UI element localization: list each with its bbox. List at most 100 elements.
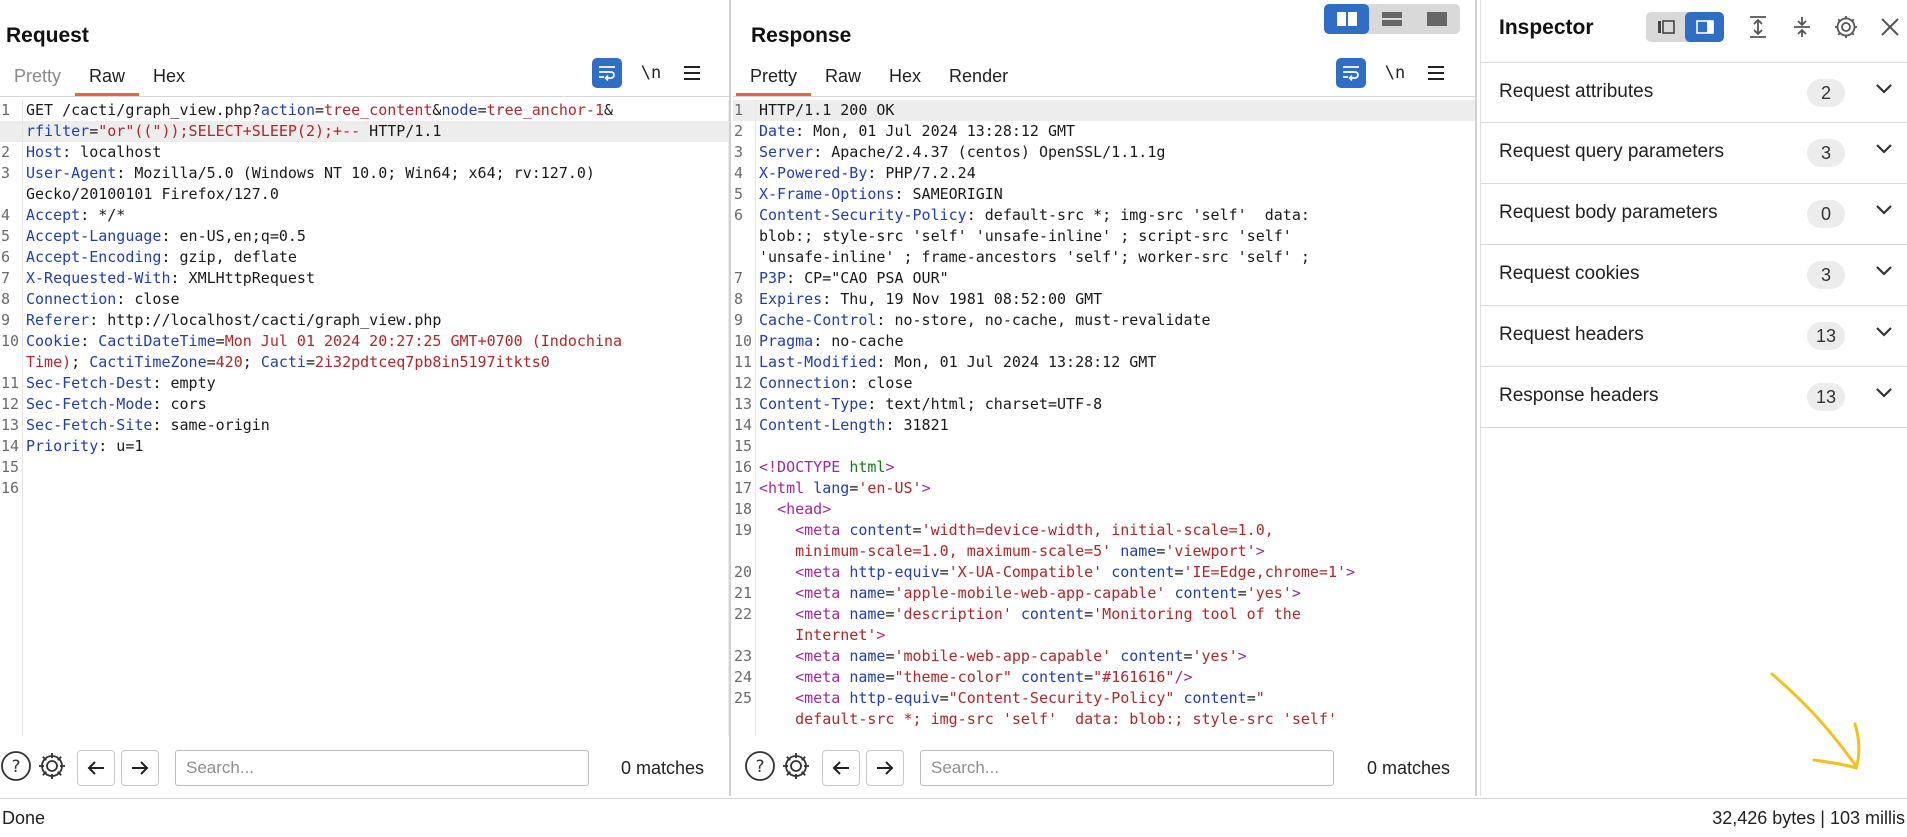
request-tab-raw[interactable]: Raw xyxy=(75,64,140,96)
request-tab-pretty[interactable]: Pretty xyxy=(0,64,75,96)
request-code-line: rfilter="or"(("));SELECT+SLEEP(2);+-- HT… xyxy=(0,121,728,142)
code-token: : Thu, 19 Nov 1981 08:52:00 GMT xyxy=(822,290,1103,308)
code-token: Priority xyxy=(26,437,99,455)
line-content: User-Agent: Mozilla/5.0 (Windows NT 10.0… xyxy=(26,163,728,184)
line-content: P3P: CP="CAO PSA OUR" xyxy=(759,268,1475,289)
chevron-down-icon[interactable] xyxy=(1875,326,1893,338)
response-code-line: 2 Date: Mon, 01 Jul 2024 13:28:12 GMT xyxy=(733,121,1475,142)
code-token: " xyxy=(1255,689,1265,707)
gear-icon[interactable] xyxy=(36,750,68,782)
response-code-line: 25 <meta http-equiv="Content-Security-Po… xyxy=(733,688,1475,709)
code-token: > xyxy=(1255,542,1265,560)
code-token: <meta xyxy=(795,584,841,602)
code-token: <!DOCTYPE xyxy=(759,458,841,476)
code-token: HTTP/1.1 200 OK xyxy=(759,101,895,119)
chevron-down-icon[interactable] xyxy=(1875,265,1893,277)
newline-toggle[interactable]: \n xyxy=(636,63,666,83)
code-token: : Mon, 01 Jul 2024 13:28:12 GMT xyxy=(795,122,1076,140)
request-tab-hex[interactable]: Hex xyxy=(139,64,199,96)
code-token: : CP="CAO PSA OUR" xyxy=(786,269,949,287)
line-content: X-Powered-By: PHP/7.2.24 xyxy=(759,163,1475,184)
gear-icon[interactable] xyxy=(780,750,812,782)
search-prev-button[interactable] xyxy=(822,750,860,786)
layout-tabs-button[interactable] xyxy=(1415,4,1460,34)
expand-all-icon[interactable] xyxy=(1743,12,1773,42)
request-code-line: 3 User-Agent: Mozilla/5.0 (Windows NT 10.… xyxy=(0,163,728,184)
line-content xyxy=(26,457,728,478)
response-code-line: 18 <head> xyxy=(733,499,1475,520)
response-code-line: 19 <meta content='width=device-width, in… xyxy=(733,520,1475,541)
code-token: rfilter xyxy=(26,122,90,140)
inspector-section[interactable]: Request attributes 2 xyxy=(1481,62,1907,123)
response-editor[interactable]: 1 HTTP/1.1 200 OK 2 Date: Mon, 01 Jul 2024 … xyxy=(733,100,1475,736)
search-next-button[interactable] xyxy=(121,750,159,786)
line-content: Cache-Control: no-store, no-cache, must-… xyxy=(759,310,1475,331)
close-icon[interactable] xyxy=(1875,12,1905,42)
code-token: GET /cacti/graph_view.php? xyxy=(26,101,261,119)
response-tab-hex[interactable]: Hex xyxy=(875,64,935,96)
code-token: = xyxy=(1237,584,1247,602)
code-token: : same-origin xyxy=(152,416,270,434)
search-prev-button[interactable] xyxy=(77,750,115,786)
response-code-line: Internet'> xyxy=(733,625,1475,646)
code-token: : no-cache xyxy=(813,332,904,350)
request-search-input[interactable] xyxy=(175,750,589,786)
search-next-button[interactable] xyxy=(866,750,904,786)
line-content: 'unsafe-inline' ; frame-ancestors 'self'… xyxy=(759,247,1475,268)
inspector-layout-panel-button[interactable] xyxy=(1685,12,1724,42)
inspector-section[interactable]: Request query parameters 3 xyxy=(1481,123,1907,184)
line-content: <meta http-equiv='X-UA-Compatible' conte… xyxy=(759,562,1475,583)
code-token: 'apple-mobile-web-app-capable' xyxy=(894,584,1166,602)
collapse-all-icon[interactable] xyxy=(1787,12,1817,42)
inspector-section[interactable]: Response headers 13 xyxy=(1481,367,1907,428)
layout-side-by-side-button[interactable] xyxy=(1324,4,1370,34)
response-tab-raw[interactable]: Raw xyxy=(811,64,875,96)
layout-stacked-button[interactable] xyxy=(1369,4,1414,34)
code-token: Content-Security-Policy xyxy=(759,206,967,224)
chevron-down-icon[interactable] xyxy=(1875,83,1893,95)
line-content: <meta content='width=device-width, initi… xyxy=(759,520,1475,541)
menu-icon[interactable] xyxy=(680,66,704,80)
inspector-section[interactable]: Request cookies 3 xyxy=(1481,245,1907,306)
inspector-section[interactable]: Request body parameters 0 xyxy=(1481,184,1907,245)
chevron-down-icon[interactable] xyxy=(1875,387,1893,399)
inspector-layout-list-button[interactable] xyxy=(1646,12,1685,42)
code-token: = xyxy=(912,521,922,539)
chevron-down-icon[interactable] xyxy=(1875,143,1893,155)
response-search-input[interactable] xyxy=(920,750,1334,786)
newline-toggle[interactable]: \n xyxy=(1380,63,1410,83)
code-token: name xyxy=(1120,542,1157,560)
code-token: : Mozilla/5.0 (Windows NT 10.0; Win64; x… xyxy=(116,164,595,182)
response-code-line: 24 <meta name="theme-color" content="#16… xyxy=(733,667,1475,688)
help-icon[interactable]: ? xyxy=(744,750,776,782)
request-code-line: 8 Connection: close xyxy=(0,289,728,310)
code-token: > xyxy=(921,479,931,497)
word-wrap-icon[interactable] xyxy=(1336,58,1366,88)
response-code-line: 9 Cache-Control: no-store, no-cache, must… xyxy=(733,310,1475,331)
line-content: <meta name='description' content='Monito… xyxy=(759,604,1475,625)
request-editor[interactable]: 1 GET /cacti/graph_view.php?action=tree_c… xyxy=(0,100,729,736)
inspector-toolbar xyxy=(1743,12,1905,42)
chevron-down-icon[interactable] xyxy=(1875,204,1893,216)
code-token: 'mobile-web-app-capable' xyxy=(894,647,1112,665)
code-token: > xyxy=(1237,647,1247,665)
code-token: name xyxy=(849,647,886,665)
section-count-badge: 3 xyxy=(1807,139,1845,167)
code-token: : http://localhost/cacti/graph_view.php xyxy=(89,311,442,329)
response-tab-pretty[interactable]: Pretty xyxy=(736,64,812,96)
inspector-section[interactable]: Request headers 13 xyxy=(1481,306,1907,367)
response-tab-render[interactable]: Render xyxy=(935,64,1022,96)
menu-icon[interactable] xyxy=(1424,66,1448,80)
response-code-line: 15 xyxy=(733,436,1475,457)
section-count-badge: 13 xyxy=(1806,383,1845,411)
code-token: = xyxy=(939,689,949,707)
code-token: : */* xyxy=(80,206,126,224)
code-token: /> xyxy=(1174,668,1193,686)
word-wrap-icon[interactable] xyxy=(592,58,622,88)
code-token: Cacti xyxy=(260,353,306,371)
help-icon[interactable]: ? xyxy=(0,750,32,782)
settings-gear-icon[interactable] xyxy=(1831,12,1861,42)
